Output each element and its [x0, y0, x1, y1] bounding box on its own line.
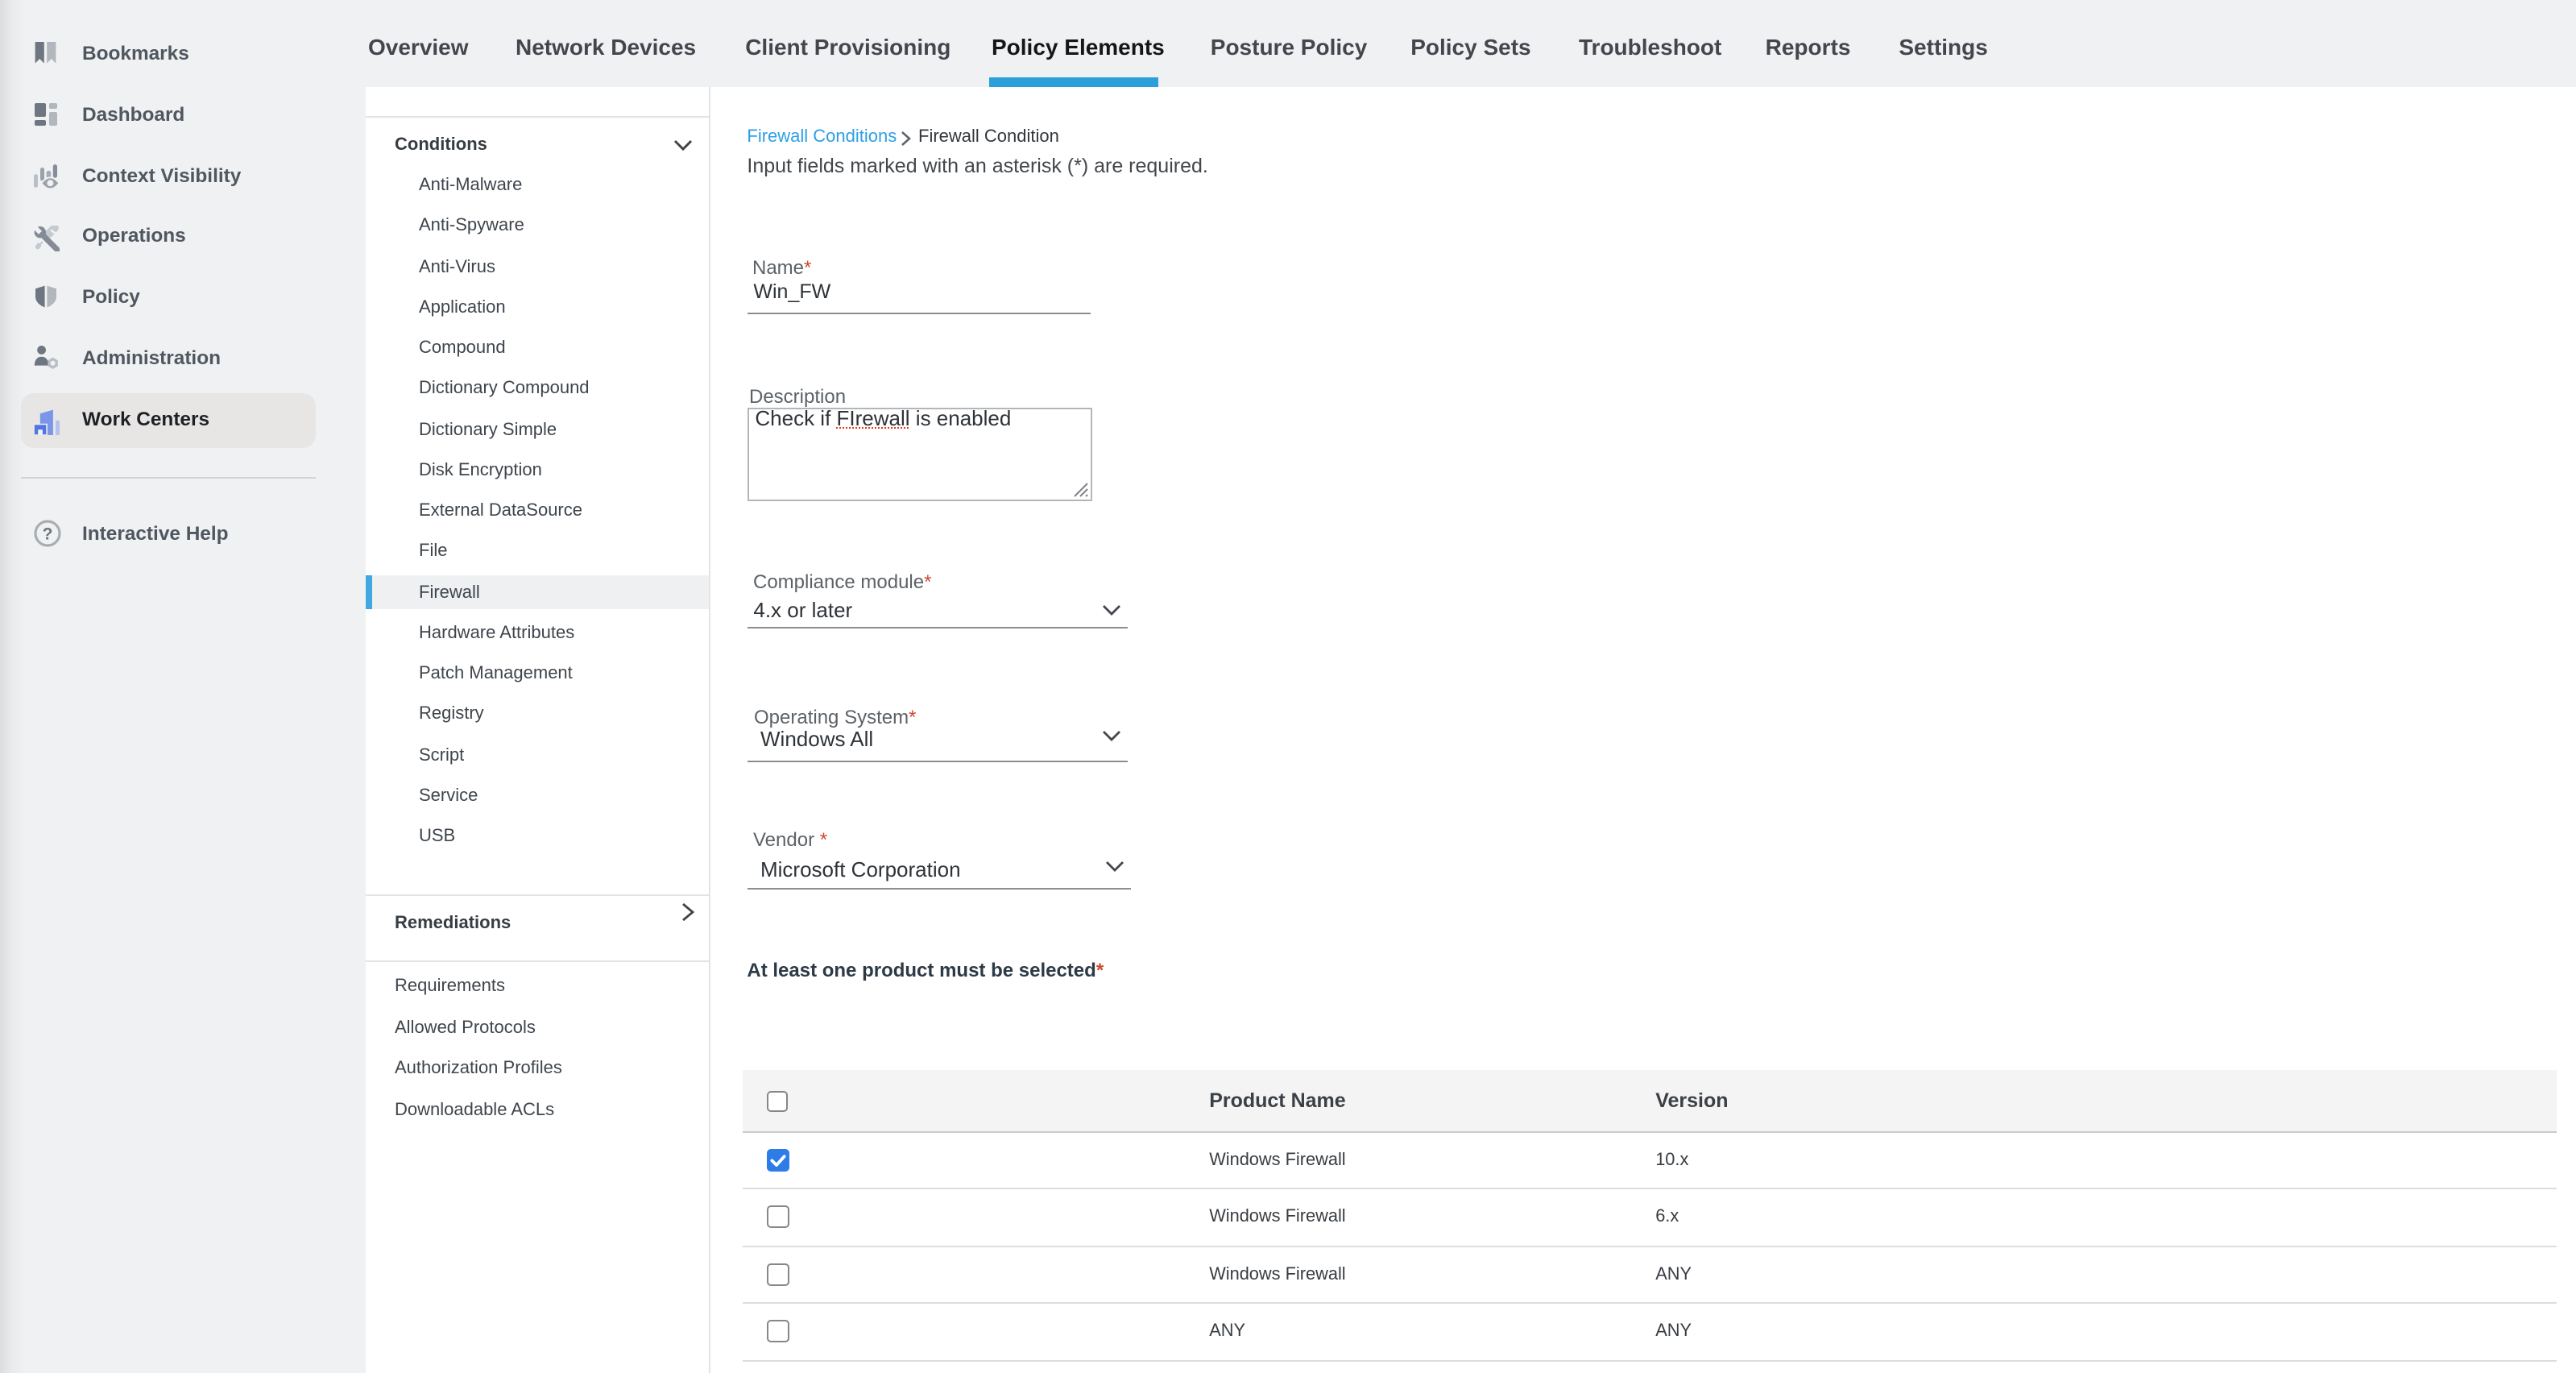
- svg-text:?: ?: [43, 525, 53, 543]
